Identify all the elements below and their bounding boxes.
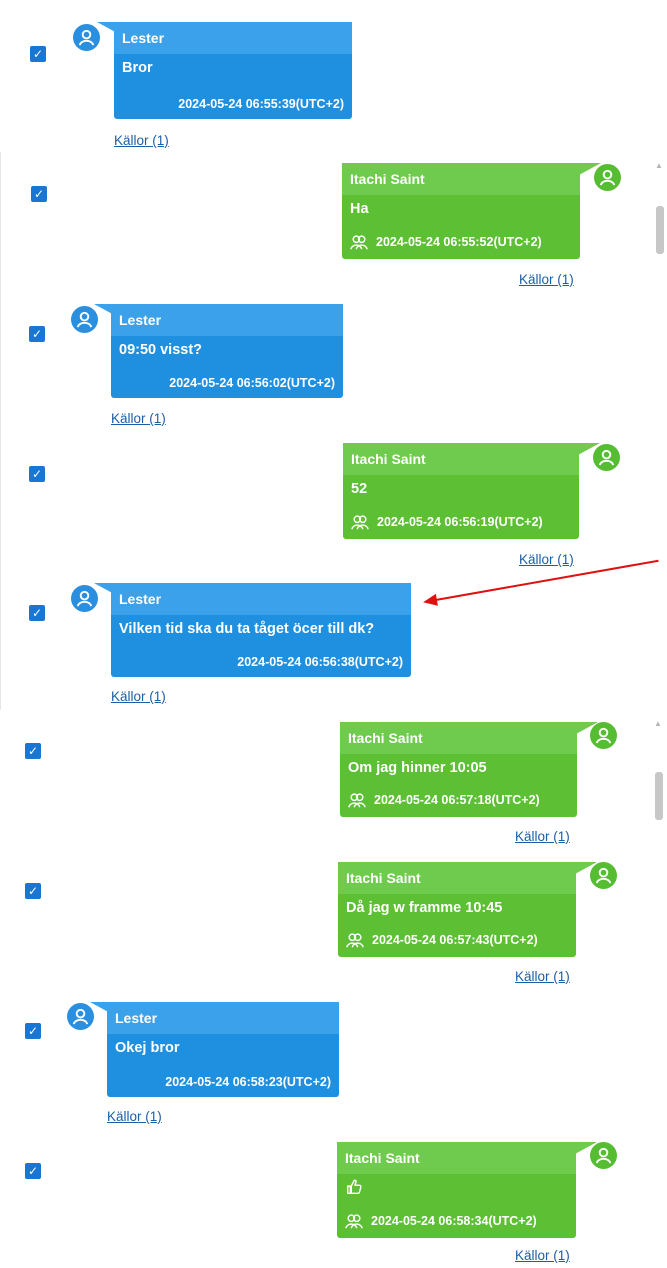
message-timestamp: 2024-05-24 06:58:23(UTC+2)	[165, 1075, 331, 1089]
message-row: ✓ Itachi Saint Då jag w framme 10:45 202…	[0, 852, 667, 992]
message-text: Ha	[350, 201, 369, 217]
message-bubble-incoming[interactable]: Lester 09:50 visst? 2024-05-24 06:56:02(…	[111, 304, 343, 398]
message-text: Okej bror	[115, 1040, 180, 1056]
message-timestamp: 2024-05-24 06:56:02(UTC+2)	[169, 376, 335, 390]
message-text: Om jag hinner 10:05	[348, 760, 487, 776]
sender-name: Itachi Saint	[338, 862, 576, 894]
sender-name: Lester	[114, 22, 352, 54]
contact-avatar-icon	[594, 164, 621, 191]
contact-avatar-icon	[73, 24, 100, 51]
message-bubble-outgoing[interactable]: Itachi Saint 2024-05-24 06:58:34(UTC+2)	[337, 1142, 576, 1238]
sources-link[interactable]: Källor (1)	[515, 1248, 570, 1263]
chat-panel-2: ▲ ✓ Itachi Saint Ha 2024-05-24 06:55:52(…	[0, 152, 667, 710]
thumbs-up-icon	[346, 1179, 362, 1195]
sources-link[interactable]: Källor (1)	[107, 1109, 162, 1124]
message-timestamp: 2024-05-24 06:57:18(UTC+2)	[348, 791, 540, 809]
sources-link[interactable]: Källor (1)	[111, 411, 166, 426]
message-text: 09:50 visst?	[119, 342, 203, 358]
sender-name: Itachi Saint	[340, 722, 577, 754]
message-timestamp: 2024-05-24 06:58:34(UTC+2)	[345, 1212, 537, 1230]
sources-link[interactable]: Källor (1)	[519, 272, 574, 287]
message-timestamp: 2024-05-24 06:56:19(UTC+2)	[351, 513, 543, 531]
message-timestamp: 2024-05-24 06:55:39(UTC+2)	[178, 97, 344, 111]
sender-name: Itachi Saint	[343, 443, 579, 475]
message-checkbox[interactable]: ✓	[25, 1023, 41, 1039]
message-bubble-outgoing[interactable]: Itachi Saint Då jag w framme 10:45 2024-…	[338, 862, 576, 957]
sender-name: Itachi Saint	[337, 1142, 576, 1174]
message-checkbox[interactable]: ✓	[29, 326, 45, 342]
sender-name: Itachi Saint	[342, 163, 580, 195]
contact-avatar-icon	[590, 1142, 617, 1169]
sources-link[interactable]: Källor (1)	[114, 133, 169, 148]
contact-avatar-icon	[593, 444, 620, 471]
sources-link[interactable]: Källor (1)	[519, 552, 574, 567]
message-checkbox[interactable]: ✓	[30, 46, 46, 62]
participants-icon	[350, 235, 368, 250]
message-checkbox[interactable]: ✓	[31, 186, 47, 202]
message-timestamp: 2024-05-24 06:55:52(UTC+2)	[350, 233, 542, 251]
message-text: Vilken tid ska du ta tåget öcer till dk?	[119, 621, 375, 637]
message-row: ✓ Itachi Saint Ha 2024-05-24 06:55:52(UT…	[1, 152, 667, 292]
sources-link[interactable]: Källor (1)	[515, 969, 570, 984]
message-text: 52	[351, 481, 368, 497]
message-checkbox[interactable]: ✓	[29, 605, 45, 621]
message-row: ✓ Lester Vilken tid ska du ta tåget öcer…	[1, 572, 667, 710]
sender-name: Lester	[107, 1002, 339, 1034]
message-text	[337, 1174, 576, 1200]
contact-avatar-icon	[590, 862, 617, 889]
message-text: Bror	[122, 60, 153, 76]
message-row: ✓ Lester Bror 2024-05-24 06:55:39(UTC+2)…	[0, 0, 667, 152]
message-checkbox[interactable]: ✓	[25, 883, 41, 899]
message-checkbox[interactable]: ✓	[25, 743, 41, 759]
message-row: ✓ Itachi Saint Om jag hinner 10:05 2024-…	[0, 712, 667, 852]
message-bubble-outgoing[interactable]: Itachi Saint Om jag hinner 10:05 2024-05…	[340, 722, 577, 817]
participants-icon	[348, 793, 366, 808]
message-timestamp: 2024-05-24 06:56:38(UTC+2)	[237, 655, 403, 669]
chat-panel-3: ▲ ✓ Itachi Saint Om jag hinner 10:05 202…	[0, 712, 667, 1268]
message-checkbox[interactable]: ✓	[29, 466, 45, 482]
message-bubble-incoming[interactable]: Lester Bror 2024-05-24 06:55:39(UTC+2)	[114, 22, 352, 119]
participants-icon	[351, 515, 369, 530]
sources-link[interactable]: Källor (1)	[515, 829, 570, 844]
annotation-arrow-head-icon	[422, 593, 438, 609]
message-row: ✓ Lester Okej bror 2024-05-24 06:58:23(U…	[0, 992, 667, 1132]
sender-name: Lester	[111, 583, 411, 615]
chat-panel-1: ✓ Lester Bror 2024-05-24 06:55:39(UTC+2)…	[0, 0, 667, 152]
message-text: Då jag w framme 10:45	[346, 900, 503, 916]
message-row: ✓ Itachi Saint 2024-05-24 06:58:34(UTC+2…	[0, 1132, 667, 1268]
sender-name: Lester	[111, 304, 343, 336]
message-row: ✓ Lester 09:50 visst? 2024-05-24 06:56:0…	[1, 292, 667, 432]
message-bubble-outgoing[interactable]: Itachi Saint Ha 2024-05-24 06:55:52(UTC+…	[342, 163, 580, 259]
contact-avatar-icon	[590, 722, 617, 749]
message-timestamp: 2024-05-24 06:57:43(UTC+2)	[346, 931, 538, 949]
sources-link[interactable]: Källor (1)	[111, 689, 166, 704]
message-row: ✓ Itachi Saint 52 2024-05-24 06:56:19(UT…	[1, 432, 667, 572]
message-bubble-incoming[interactable]: Lester Okej bror 2024-05-24 06:58:23(UTC…	[107, 1002, 339, 1097]
message-checkbox[interactable]: ✓	[25, 1163, 41, 1179]
participants-icon	[345, 1214, 363, 1229]
participants-icon	[346, 933, 364, 948]
message-bubble-incoming[interactable]: Lester Vilken tid ska du ta tåget öcer t…	[111, 583, 411, 677]
message-bubble-outgoing[interactable]: Itachi Saint 52 2024-05-24 06:56:19(UTC+…	[343, 443, 579, 539]
